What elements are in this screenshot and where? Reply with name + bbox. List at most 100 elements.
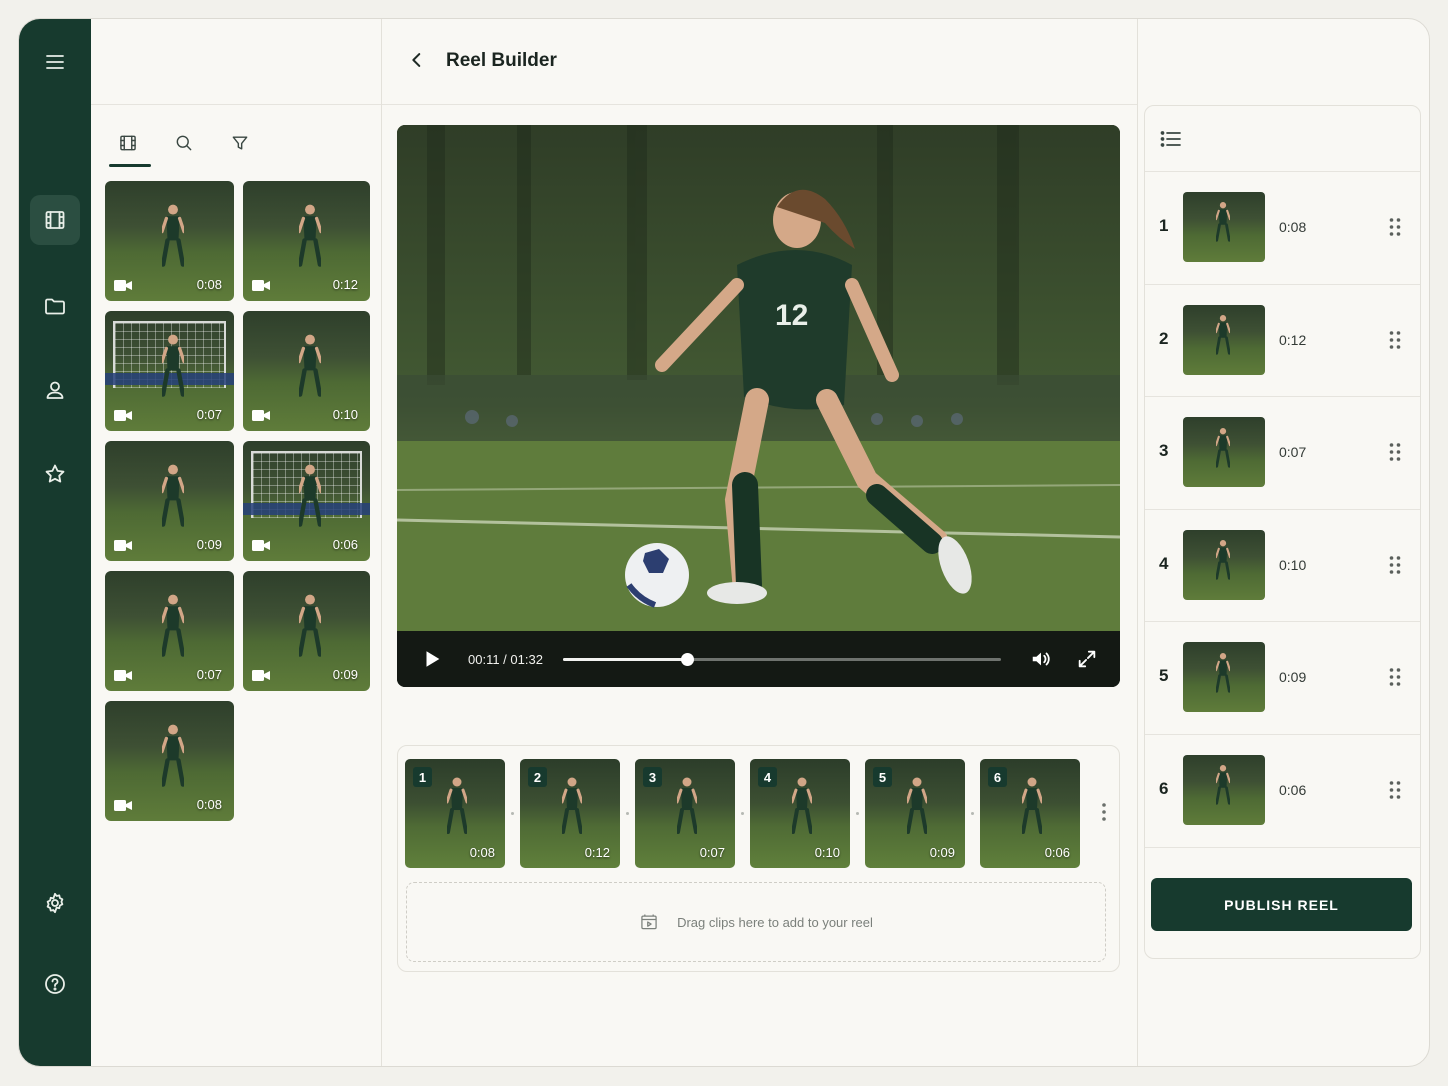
player-figure bbox=[297, 593, 323, 659]
player-figure bbox=[160, 463, 186, 529]
library-clip[interactable]: 0:08 bbox=[105, 181, 234, 301]
drag-handle-icon[interactable] bbox=[1388, 554, 1402, 576]
timeline-transition[interactable] bbox=[850, 812, 865, 815]
drag-handle-icon[interactable] bbox=[1388, 779, 1402, 801]
clip-order-badge: 2 bbox=[528, 767, 547, 787]
player-figure bbox=[790, 774, 814, 838]
clip-order-badge: 3 bbox=[643, 767, 662, 787]
sequence-list: 1 0:08 2 0:12 3 0:07 4 0:10 5 0:09 6 0:06 PUBLISH R… bbox=[1144, 105, 1421, 959]
tab-filter[interactable] bbox=[217, 123, 263, 163]
clip-duration: 0:10 bbox=[814, 845, 840, 860]
settings-button[interactable] bbox=[30, 878, 80, 928]
timeline-more-button[interactable] bbox=[1101, 802, 1107, 822]
sequence-row[interactable]: 1 0:08 bbox=[1145, 172, 1420, 285]
tab-search[interactable] bbox=[161, 123, 207, 163]
sequence-index: 1 bbox=[1159, 216, 1169, 235]
menu-icon bbox=[46, 55, 64, 69]
clip-grid: 0:08 0:12 0:07 0:10 0:09 0:06 0:07 0:09 0:08 bbox=[105, 181, 370, 821]
player-figure bbox=[1214, 313, 1231, 357]
video-camera-icon bbox=[114, 800, 132, 811]
drag-handle-icon[interactable] bbox=[1388, 666, 1402, 688]
publish-reel-button[interactable]: PUBLISH REEL bbox=[1151, 878, 1412, 931]
seek-bar[interactable] bbox=[563, 653, 1001, 666]
menu-button[interactable] bbox=[30, 37, 80, 87]
sequence-panel: 1 0:08 2 0:12 3 0:07 4 0:10 5 0:09 6 0:06 PUBLISH R… bbox=[1138, 19, 1429, 1066]
film-icon bbox=[120, 135, 136, 151]
clip-duration: 0:07 bbox=[196, 667, 222, 682]
timeline-clip[interactable]: 1 0:08 bbox=[405, 759, 505, 868]
library-clip[interactable]: 0:09 bbox=[105, 441, 234, 561]
timeline-transition[interactable] bbox=[965, 812, 980, 815]
timeline-transition[interactable] bbox=[735, 812, 750, 815]
sequence-row[interactable]: 5 0:09 bbox=[1145, 622, 1420, 735]
sequence-row[interactable]: 2 0:12 bbox=[1145, 285, 1420, 398]
transition-dot bbox=[626, 812, 629, 815]
timeline-clip[interactable]: 2 0:12 bbox=[520, 759, 620, 868]
sequence-thumbnail bbox=[1183, 529, 1265, 600]
rail-item-folders[interactable] bbox=[30, 281, 80, 331]
timeline-clip[interactable]: 6 0:06 bbox=[980, 759, 1080, 868]
rail-item-profile[interactable] bbox=[30, 365, 80, 415]
tab-clips[interactable] bbox=[105, 123, 151, 167]
timeline-transition[interactable] bbox=[505, 812, 520, 815]
rail-item-favorites[interactable] bbox=[30, 449, 80, 499]
video-player[interactable]: 12 00:11 / 01:32 bbox=[397, 125, 1120, 687]
clip-duration: 0:07 bbox=[196, 407, 222, 422]
help-button[interactable] bbox=[30, 959, 80, 1009]
timeline-clip[interactable]: 4 0:10 bbox=[750, 759, 850, 868]
clip-library: 0:08 0:12 0:07 0:10 0:09 0:06 0:07 0:09 0:08 bbox=[91, 19, 382, 1066]
user-icon bbox=[46, 381, 64, 399]
library-clip[interactable]: 0:07 bbox=[105, 571, 234, 691]
list-icon bbox=[1160, 131, 1181, 147]
library-clip[interactable]: 0:06 bbox=[243, 441, 370, 561]
volume-button[interactable] bbox=[1030, 648, 1052, 670]
sequence-row[interactable]: 3 0:07 bbox=[1145, 397, 1420, 510]
library-clip[interactable]: 0:12 bbox=[243, 181, 370, 301]
video-camera-icon bbox=[252, 540, 270, 551]
more-vertical-icon bbox=[1102, 803, 1106, 821]
clip-dropzone[interactable]: Drag clips here to add to your reel bbox=[406, 882, 1106, 962]
sequence-row[interactable]: 6 0:06 bbox=[1145, 735, 1420, 848]
timeline-clip[interactable]: 5 0:09 bbox=[865, 759, 965, 868]
clip-order-badge: 6 bbox=[988, 767, 1007, 787]
clip-duration: 0:08 bbox=[469, 845, 495, 860]
drag-handle-icon[interactable] bbox=[1388, 441, 1402, 463]
seek-handle[interactable] bbox=[680, 653, 694, 666]
timeline-clip[interactable]: 3 0:07 bbox=[635, 759, 735, 868]
clip-duration: 0:07 bbox=[699, 845, 725, 860]
rail-item-clips[interactable] bbox=[30, 195, 80, 245]
library-clip[interactable]: 0:10 bbox=[243, 311, 370, 431]
clip-duration: 0:09 bbox=[196, 537, 222, 552]
drag-handle-icon[interactable] bbox=[1388, 329, 1402, 351]
drag-handle-icon[interactable] bbox=[1388, 216, 1402, 238]
clip-duration: 0:08 bbox=[196, 277, 222, 292]
sequence-row[interactable]: 4 0:10 bbox=[1145, 510, 1420, 623]
video-camera-icon bbox=[252, 670, 270, 681]
fullscreen-button[interactable] bbox=[1076, 648, 1098, 670]
back-button[interactable] bbox=[406, 49, 430, 73]
player-figure bbox=[160, 203, 186, 269]
clip-order-badge: 5 bbox=[873, 767, 892, 787]
library-clip[interactable]: 0:07 bbox=[105, 311, 234, 431]
chevron-left-icon bbox=[412, 53, 421, 67]
sequence-header bbox=[1145, 106, 1420, 172]
sequence-index: 4 bbox=[1159, 553, 1169, 573]
library-clip[interactable]: 0:09 bbox=[243, 571, 370, 691]
clip-order-badge: 1 bbox=[413, 767, 432, 787]
player-figure bbox=[160, 333, 186, 399]
sequence-duration: 0:08 bbox=[1279, 219, 1307, 235]
sequence-thumbnail bbox=[1183, 417, 1265, 488]
expand-icon bbox=[1078, 650, 1096, 668]
play-button[interactable] bbox=[421, 648, 443, 670]
library-clip[interactable]: 0:08 bbox=[105, 701, 234, 821]
nav-rail bbox=[19, 19, 91, 1066]
transition-dot bbox=[856, 812, 859, 815]
sequence-index: 6 bbox=[1159, 778, 1169, 798]
player-figure bbox=[1020, 774, 1044, 838]
sequence-thumbnail bbox=[1183, 642, 1265, 713]
timeline-transition[interactable] bbox=[620, 812, 635, 815]
sequence-thumbnail bbox=[1183, 192, 1265, 262]
player-figure bbox=[297, 203, 323, 269]
clip-duration: 0:09 bbox=[929, 845, 955, 860]
app-window: 0:08 0:12 0:07 0:10 0:09 0:06 0:07 0:09 0:08 Ree… bbox=[18, 18, 1430, 1067]
